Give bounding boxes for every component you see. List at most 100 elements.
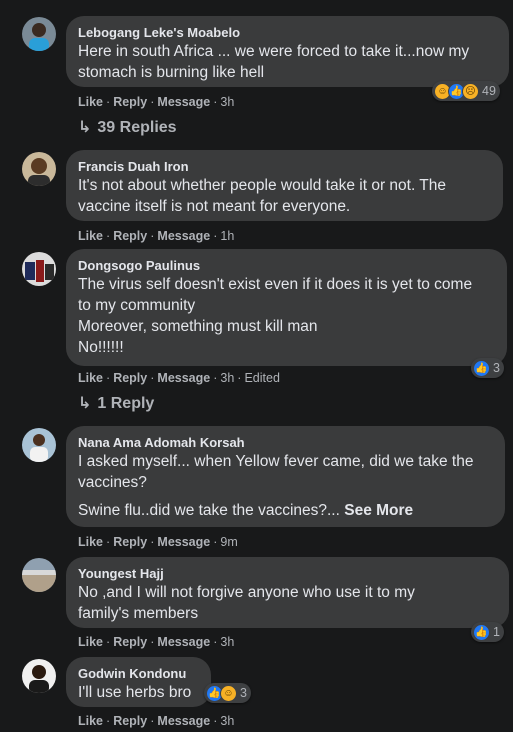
comment-actions: Like · Reply · Message · 3h · Edited [78, 370, 280, 386]
timestamp[interactable]: 1h [220, 229, 234, 243]
reactions-badge[interactable]: ☺ 👍 ☹ 49 [432, 81, 500, 101]
reply-link[interactable]: Reply [113, 95, 147, 109]
comment-author[interactable]: Lebogang Leke's Moabelo [78, 24, 497, 41]
like-link[interactable]: Like [78, 95, 103, 109]
separator: · [213, 95, 218, 109]
avatar[interactable] [22, 428, 56, 462]
timestamp[interactable]: 3h [220, 714, 234, 728]
separator: · [213, 714, 218, 728]
comment-bubble: Dongsogo Paulinus The virus self doesn't… [66, 249, 507, 366]
comment-author[interactable]: Youngest Hajj [78, 565, 497, 582]
reply-link[interactable]: Reply [113, 535, 147, 549]
replies-label: 1 Reply [97, 395, 155, 412]
reply-link[interactable]: Reply [113, 714, 147, 728]
separator: · [213, 635, 218, 649]
separator: · [237, 371, 242, 385]
comment-bubble: Lebogang Leke's Moabelo Here in south Af… [66, 16, 509, 87]
comment-text: Here in south Africa ... we were forced … [78, 43, 470, 60]
like-link[interactable]: Like [78, 635, 103, 649]
comment-text: to my community [78, 297, 196, 314]
timestamp[interactable]: 3h [220, 635, 234, 649]
comment-text: Moreover, something must kill man [78, 318, 318, 335]
like-icon: 👍 [473, 359, 490, 377]
comment-actions: Like · Reply · Message · 3h [78, 94, 234, 110]
separator: · [106, 229, 111, 243]
comment-text-tail: Swine flu..did we take the vaccines?... [78, 502, 340, 519]
comment-text: I asked myself... when Yellow fever came… [78, 453, 474, 470]
avatar[interactable] [22, 17, 56, 51]
comment-bubble: Nana Ama Adomah Korsah I asked myself...… [66, 426, 505, 527]
separator: · [106, 635, 111, 649]
avatar[interactable] [22, 252, 56, 286]
reactions-badge[interactable]: 👍 1 [471, 622, 504, 642]
separator: · [150, 535, 155, 549]
separator: · [150, 229, 155, 243]
reactions-badge[interactable]: 👍 ☺ 3 [204, 683, 251, 703]
reaction-count: 3 [240, 686, 247, 700]
message-link[interactable]: Message [157, 95, 210, 109]
like-icon: 👍 [473, 623, 490, 641]
like-link[interactable]: Like [78, 229, 103, 243]
reactions-badge[interactable]: 👍 3 [471, 358, 504, 378]
reply-arrow-icon: ↳ [78, 395, 92, 412]
comment-author[interactable]: Dongsogo Paulinus [78, 257, 495, 274]
separator: · [150, 714, 155, 728]
separator: · [150, 371, 155, 385]
reply-link[interactable]: Reply [113, 229, 147, 243]
reply-link[interactable]: Reply [113, 635, 147, 649]
comment-text: The virus self doesn't exist even if it … [78, 276, 473, 293]
avatar[interactable] [22, 152, 56, 186]
message-link[interactable]: Message [157, 229, 210, 243]
comment-bubble: Youngest Hajj No ,and I will not forgive… [66, 557, 509, 628]
comment-actions: Like · Reply · Message · 3h [78, 713, 234, 729]
message-link[interactable]: Message [157, 535, 210, 549]
comment-text: I'll use herbs bro [78, 684, 192, 701]
message-link[interactable]: Message [157, 714, 210, 728]
comment-text: family's members [78, 605, 199, 622]
comment-text: stomach is burning like hell [78, 64, 265, 81]
sad-icon: ☹ [462, 82, 479, 100]
comment-author[interactable]: Godwin Kondonu [78, 665, 199, 682]
comment-text: It's not about whether people would take… [78, 177, 447, 194]
avatar[interactable] [22, 558, 56, 592]
haha-icon: ☺ [220, 684, 237, 702]
view-replies-link[interactable]: ↳ 1 Reply [78, 394, 154, 414]
reaction-count: 3 [493, 361, 500, 375]
comment-text: vaccine itself is not meant for everyone… [78, 198, 351, 215]
message-link[interactable]: Message [157, 635, 210, 649]
separator: · [213, 229, 218, 243]
comment-author[interactable]: Nana Ama Adomah Korsah [78, 434, 493, 451]
separator: · [106, 714, 111, 728]
comment-actions: Like · Reply · Message · 3h [78, 634, 234, 650]
comment-text: No ,and I will not forgive anyone who us… [78, 584, 415, 601]
comment-text: No!!!!!! [78, 339, 124, 356]
reaction-count: 1 [493, 625, 500, 639]
see-more-link[interactable]: See More [344, 502, 413, 519]
timestamp[interactable]: 3h [220, 95, 234, 109]
reaction-count: 49 [482, 84, 496, 98]
timestamp[interactable]: 3h [220, 371, 234, 385]
separator: · [150, 95, 155, 109]
reply-link[interactable]: Reply [113, 371, 147, 385]
separator: · [150, 635, 155, 649]
view-replies-link[interactable]: ↳ 39 Replies [78, 118, 177, 138]
comment-text: Swine flu..did we take the vaccines?... … [78, 500, 493, 521]
message-link[interactable]: Message [157, 371, 210, 385]
comment-actions: Like · Reply · Message · 9m [78, 534, 238, 550]
like-link[interactable]: Like [78, 535, 103, 549]
like-link[interactable]: Like [78, 714, 103, 728]
comment-text: vaccines? [78, 474, 147, 491]
comment-actions: Like · Reply · Message · 1h [78, 228, 234, 244]
comment-bubble: Godwin Kondonu I'll use herbs bro [66, 657, 211, 707]
edited-label[interactable]: Edited [244, 371, 279, 385]
separator: · [106, 371, 111, 385]
reply-arrow-icon: ↳ [78, 119, 92, 136]
separator: · [106, 535, 111, 549]
like-link[interactable]: Like [78, 371, 103, 385]
separator: · [213, 535, 218, 549]
avatar[interactable] [22, 659, 56, 693]
separator: · [106, 95, 111, 109]
timestamp[interactable]: 9m [220, 535, 237, 549]
separator: · [213, 371, 218, 385]
comment-author[interactable]: Francis Duah Iron [78, 158, 491, 175]
